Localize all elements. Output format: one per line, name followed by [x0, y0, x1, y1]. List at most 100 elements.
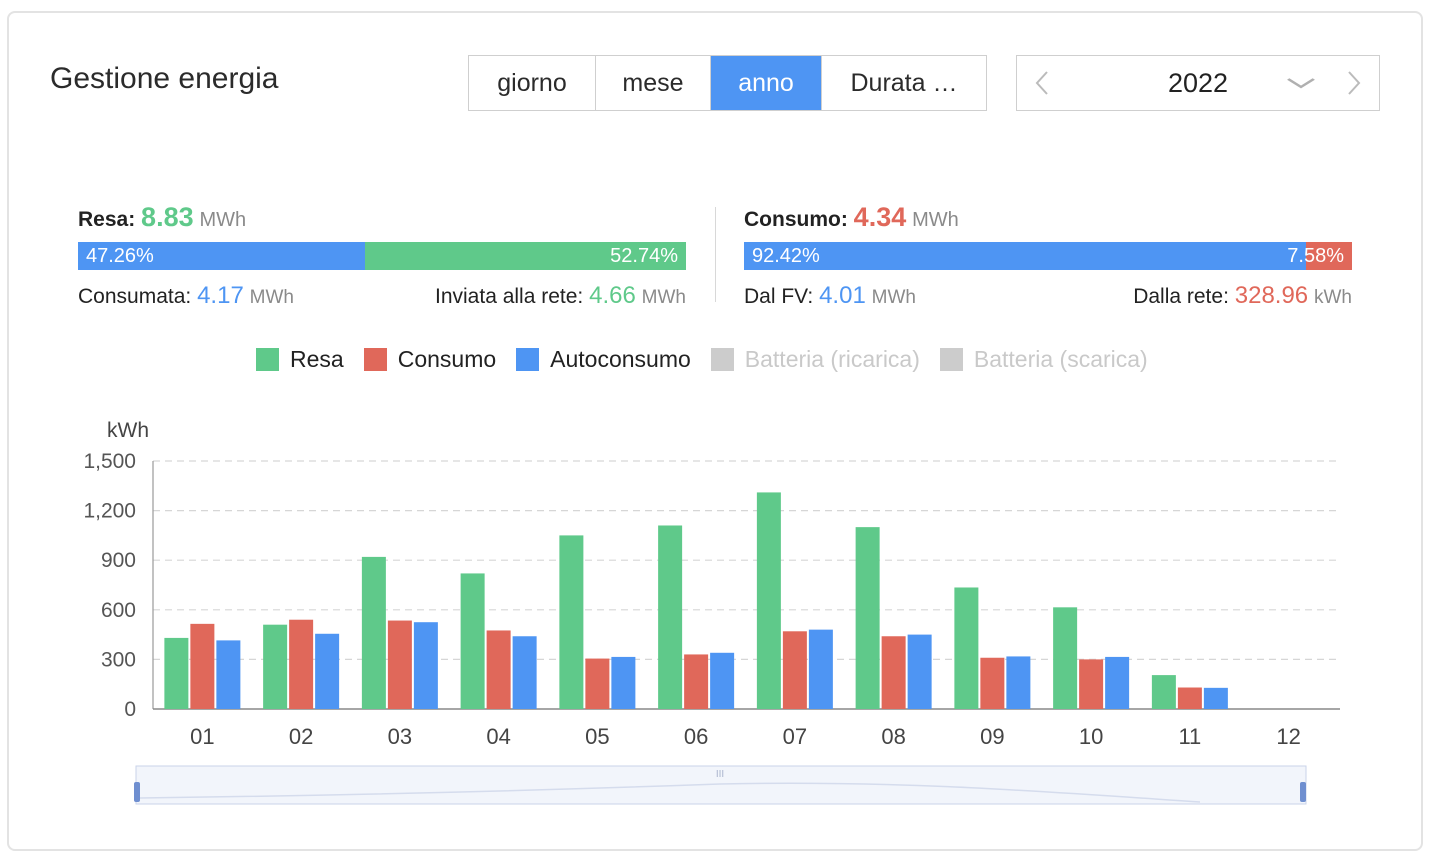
yield-unit: MWh [199, 209, 247, 231]
consumption-pv-value: 4.01 [819, 282, 866, 309]
yield-grid-label: Inviata alla rete: [435, 285, 584, 308]
consumption-pv-pct: 92.42% [752, 244, 820, 267]
consumption-value: 4.34 [853, 202, 907, 232]
yield-to-grid: Inviata alla rete: 4.66 MWh [435, 282, 686, 310]
legend-battery-charge[interactable]: Batteria (ricarica) [710, 346, 920, 373]
y-tick-label: 1,500 [83, 450, 136, 473]
bar-consumo-06 [684, 654, 709, 709]
consumption-from-pv: Dal FV: 4.01 MWh [744, 282, 916, 310]
bar-consumo-04 [486, 630, 511, 709]
bar-resa-05 [559, 535, 584, 709]
x-tick-label: 12 [1276, 724, 1300, 749]
zoom-handle-left [134, 782, 140, 802]
chevron-down-icon [1285, 70, 1317, 96]
page-title: Gestione energia [50, 62, 279, 95]
legend-swatch [939, 348, 963, 371]
divider [715, 207, 716, 302]
bar-autoconsumo-07 [808, 629, 833, 709]
legend-resa[interactable]: Resa [256, 346, 344, 373]
bar-autoconsumo-01 [216, 640, 241, 709]
bar-consumo-01 [190, 623, 215, 709]
bar-consumo-08 [881, 636, 906, 709]
consumption-label: Consumo: [744, 208, 848, 231]
consumption-grid-label: Dalla rete: [1133, 285, 1229, 308]
tab-giorno[interactable]: giorno [469, 56, 596, 110]
consumption-unit: MWh [912, 209, 959, 231]
yield-grid-unit: MWh [641, 287, 686, 308]
yield-consumed-value: 4.17 [197, 282, 244, 309]
yield-value: 8.83 [141, 202, 194, 232]
x-tick-label: 10 [1079, 724, 1103, 749]
yield-split-bar: 47.26% 52.74% [78, 242, 686, 270]
bar-autoconsumo-03 [413, 622, 438, 709]
legend-swatch [516, 348, 540, 371]
tab-durata[interactable]: Durata … [822, 56, 986, 110]
yield-grid-value: 4.66 [589, 282, 636, 309]
bar-autoconsumo-06 [710, 652, 735, 709]
chevron-right-icon[interactable] [1329, 56, 1379, 110]
year-select[interactable]: 2022 [1067, 56, 1329, 110]
yield-grid-segment: 52.74% [365, 242, 686, 270]
x-tick-label: 05 [585, 724, 609, 749]
bar-consumo-09 [980, 657, 1005, 709]
legend-swatch [256, 348, 279, 371]
consumption-pv-label: Dal FV: [744, 285, 814, 308]
x-tick-label: 02 [289, 724, 313, 749]
yield-consumed: Consumata: 4.17 MWh [78, 282, 294, 310]
year-picker: 2022 [1016, 55, 1380, 111]
bar-chart-svg: kWh 0 300 600 900 1,200 1,500 01 02 03 04 05 06 07 08 0… [83, 419, 1340, 805]
bar-resa-08 [855, 527, 880, 709]
x-tick-label: 06 [684, 724, 708, 749]
bar-resa-07 [756, 492, 781, 709]
bar-resa-09 [954, 587, 979, 709]
tab-mese[interactable]: mese [596, 56, 711, 110]
legend-swatch [710, 348, 734, 371]
bar-consumo-11 [1177, 687, 1202, 709]
legend-autoconsumo[interactable]: Autoconsumo [516, 346, 691, 373]
bar-autoconsumo-02 [315, 633, 340, 709]
x-tick-label: 11 [1178, 724, 1201, 749]
legend-label: Autoconsumo [550, 346, 691, 372]
y-tick-label: 300 [101, 648, 136, 671]
consumption-split-bar: 92.42% 7.58% [744, 242, 1352, 270]
yield-label: Resa: [78, 208, 136, 231]
bar-autoconsumo-10 [1105, 656, 1130, 709]
x-tick-label: 04 [486, 724, 510, 749]
consumption-grid-value: 328.96 [1234, 282, 1309, 309]
chevron-left-icon[interactable] [1017, 56, 1067, 110]
consumption-pv-unit: MWh [871, 287, 916, 308]
bar-resa-02 [263, 624, 288, 709]
bar-chart: kWh 0 300 600 900 1,200 1,500 01 02 03 04 05 06 07 08 0… [0, 400, 1438, 820]
y-tick-label: 0 [124, 698, 136, 721]
tab-anno[interactable]: anno [711, 56, 822, 110]
bar-autoconsumo-05 [611, 656, 636, 709]
zoom-handle-right [1300, 782, 1306, 802]
legend-label: Batteria (scarica) [973, 346, 1148, 372]
y-tick-label: 1,200 [83, 500, 136, 523]
x-tick-label: 03 [388, 724, 412, 749]
x-tick-label: 09 [980, 724, 1004, 749]
bar-resa-03 [361, 556, 386, 709]
legend-swatch [363, 348, 387, 371]
legend-label: Consumo [397, 346, 497, 372]
consumption-pv-segment: 92.42% [744, 242, 1306, 270]
zoom-grip-icon: III [716, 769, 724, 780]
legend-consumo[interactable]: Consumo [363, 346, 497, 373]
bar-autoconsumo-11 [1203, 687, 1228, 709]
yield-consumed-unit: MWh [249, 287, 294, 308]
bar-autoconsumo-04 [512, 636, 537, 709]
x-tick-label: 01 [190, 724, 214, 749]
legend-label: Batteria (ricarica) [744, 346, 920, 372]
bar-consumo-03 [387, 620, 412, 709]
bar-consumo-07 [782, 631, 807, 709]
x-tick-label: 07 [783, 724, 807, 749]
legend-battery-discharge[interactable]: Batteria (scarica) [939, 346, 1148, 373]
y-tick-label: 900 [101, 549, 136, 572]
bar-resa-04 [460, 573, 485, 709]
consumption-summary: Consumo: 4.34 MWh [744, 202, 959, 233]
bar-resa-11 [1151, 675, 1176, 709]
bar-consumo-05 [585, 658, 610, 709]
yield-consumed-label: Consumata: [78, 285, 192, 308]
bar-resa-10 [1053, 607, 1078, 709]
bar-consumo-02 [289, 619, 314, 709]
